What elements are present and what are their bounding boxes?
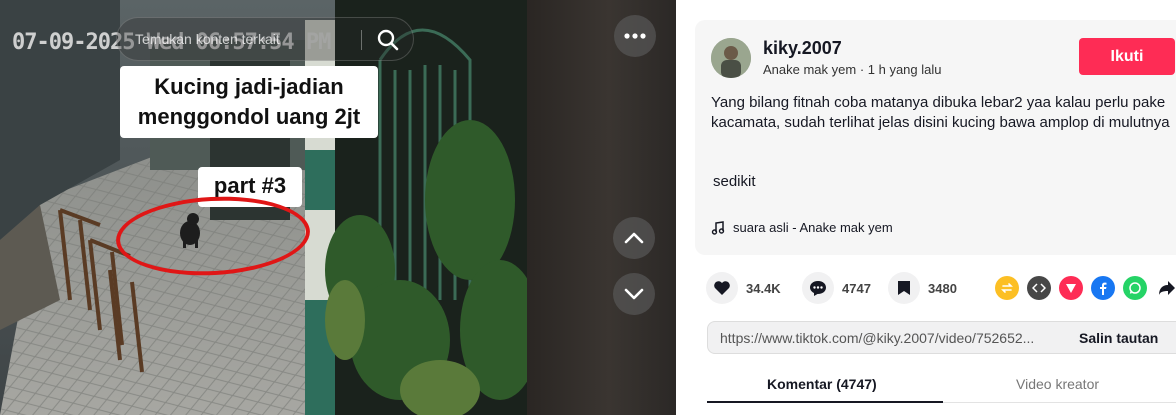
post-description: Yang bilang fitnah coba matanya dibuka l…: [711, 94, 1170, 131]
send-icon[interactable]: [1059, 276, 1083, 300]
share-arrow-icon[interactable]: [1155, 276, 1176, 300]
active-tab-indicator: [707, 401, 943, 403]
more-dots-icon: [624, 33, 646, 39]
post-time: 1 h yang lalu: [867, 62, 942, 77]
whatsapp-icon[interactable]: [1123, 276, 1147, 300]
post-info-card: kiky.2007 Anake mak yem · 1 h yang lalu …: [695, 20, 1176, 255]
subline-separator: ·: [856, 62, 868, 77]
music-title: suara asli - Anake mak yem: [733, 220, 893, 235]
music-note-icon: [711, 220, 725, 235]
tab-comments[interactable]: Komentar (4747): [767, 376, 877, 392]
video-caption-title: Kucing jadi-jadian menggondol uang 2jt: [120, 66, 378, 138]
chevron-up-icon: [624, 232, 644, 244]
author-subline: Anake mak yem · 1 h yang lalu: [763, 62, 942, 77]
video-backdrop: [527, 0, 676, 415]
video-player[interactable]: 07-09-2025 Wed 06:57:54 PM Temukan konte…: [0, 0, 676, 415]
save-count: 3480: [928, 280, 957, 296]
post-extra-text: sedikit: [713, 173, 756, 190]
avatar[interactable]: [711, 38, 751, 78]
video-detail-panel: kiky.2007 Anake mak yem · 1 h yang lalu …: [676, 0, 1176, 415]
like-button[interactable]: [706, 272, 738, 304]
author-nickname[interactable]: Anake mak yem: [763, 62, 856, 77]
search-icon[interactable]: [376, 28, 400, 52]
author-username[interactable]: kiky.2007: [763, 38, 842, 59]
follow-button[interactable]: Ikuti: [1079, 38, 1175, 75]
facebook-icon[interactable]: [1091, 276, 1115, 300]
action-bar: 34.4K 4747 3480: [706, 272, 1176, 304]
copy-link-button[interactable]: Salin tautan: [1079, 330, 1158, 346]
bookmark-icon: [898, 281, 910, 295]
tab-creator-videos[interactable]: Video kreator: [1016, 376, 1099, 392]
comment-button[interactable]: [802, 272, 834, 304]
comment-icon: [810, 281, 826, 296]
search-placeholder: Temukan konten terkait: [135, 31, 280, 47]
related-search-bar[interactable]: Temukan konten terkait: [116, 17, 414, 61]
like-action[interactable]: 34.4K: [706, 272, 781, 304]
save-action[interactable]: 3480: [888, 272, 957, 304]
repost-icon[interactable]: [995, 276, 1019, 300]
previous-video-button[interactable]: [613, 217, 655, 259]
save-button[interactable]: [888, 272, 920, 304]
heart-icon: [714, 281, 730, 295]
video-url[interactable]: https://www.tiktok.com/@kiky.2007/video/…: [720, 330, 1034, 346]
next-video-button[interactable]: [613, 273, 655, 315]
like-count: 34.4K: [746, 280, 781, 296]
comment-action[interactable]: 4747: [802, 272, 871, 304]
chevron-down-icon: [624, 288, 644, 300]
embed-icon[interactable]: [1027, 276, 1051, 300]
music-link[interactable]: suara asli - Anake mak yem: [711, 220, 893, 235]
comment-count: 4747: [842, 280, 871, 296]
video-link-field: https://www.tiktok.com/@kiky.2007/video/…: [707, 321, 1176, 354]
search-divider: [361, 30, 362, 50]
more-options-button[interactable]: [614, 15, 656, 57]
